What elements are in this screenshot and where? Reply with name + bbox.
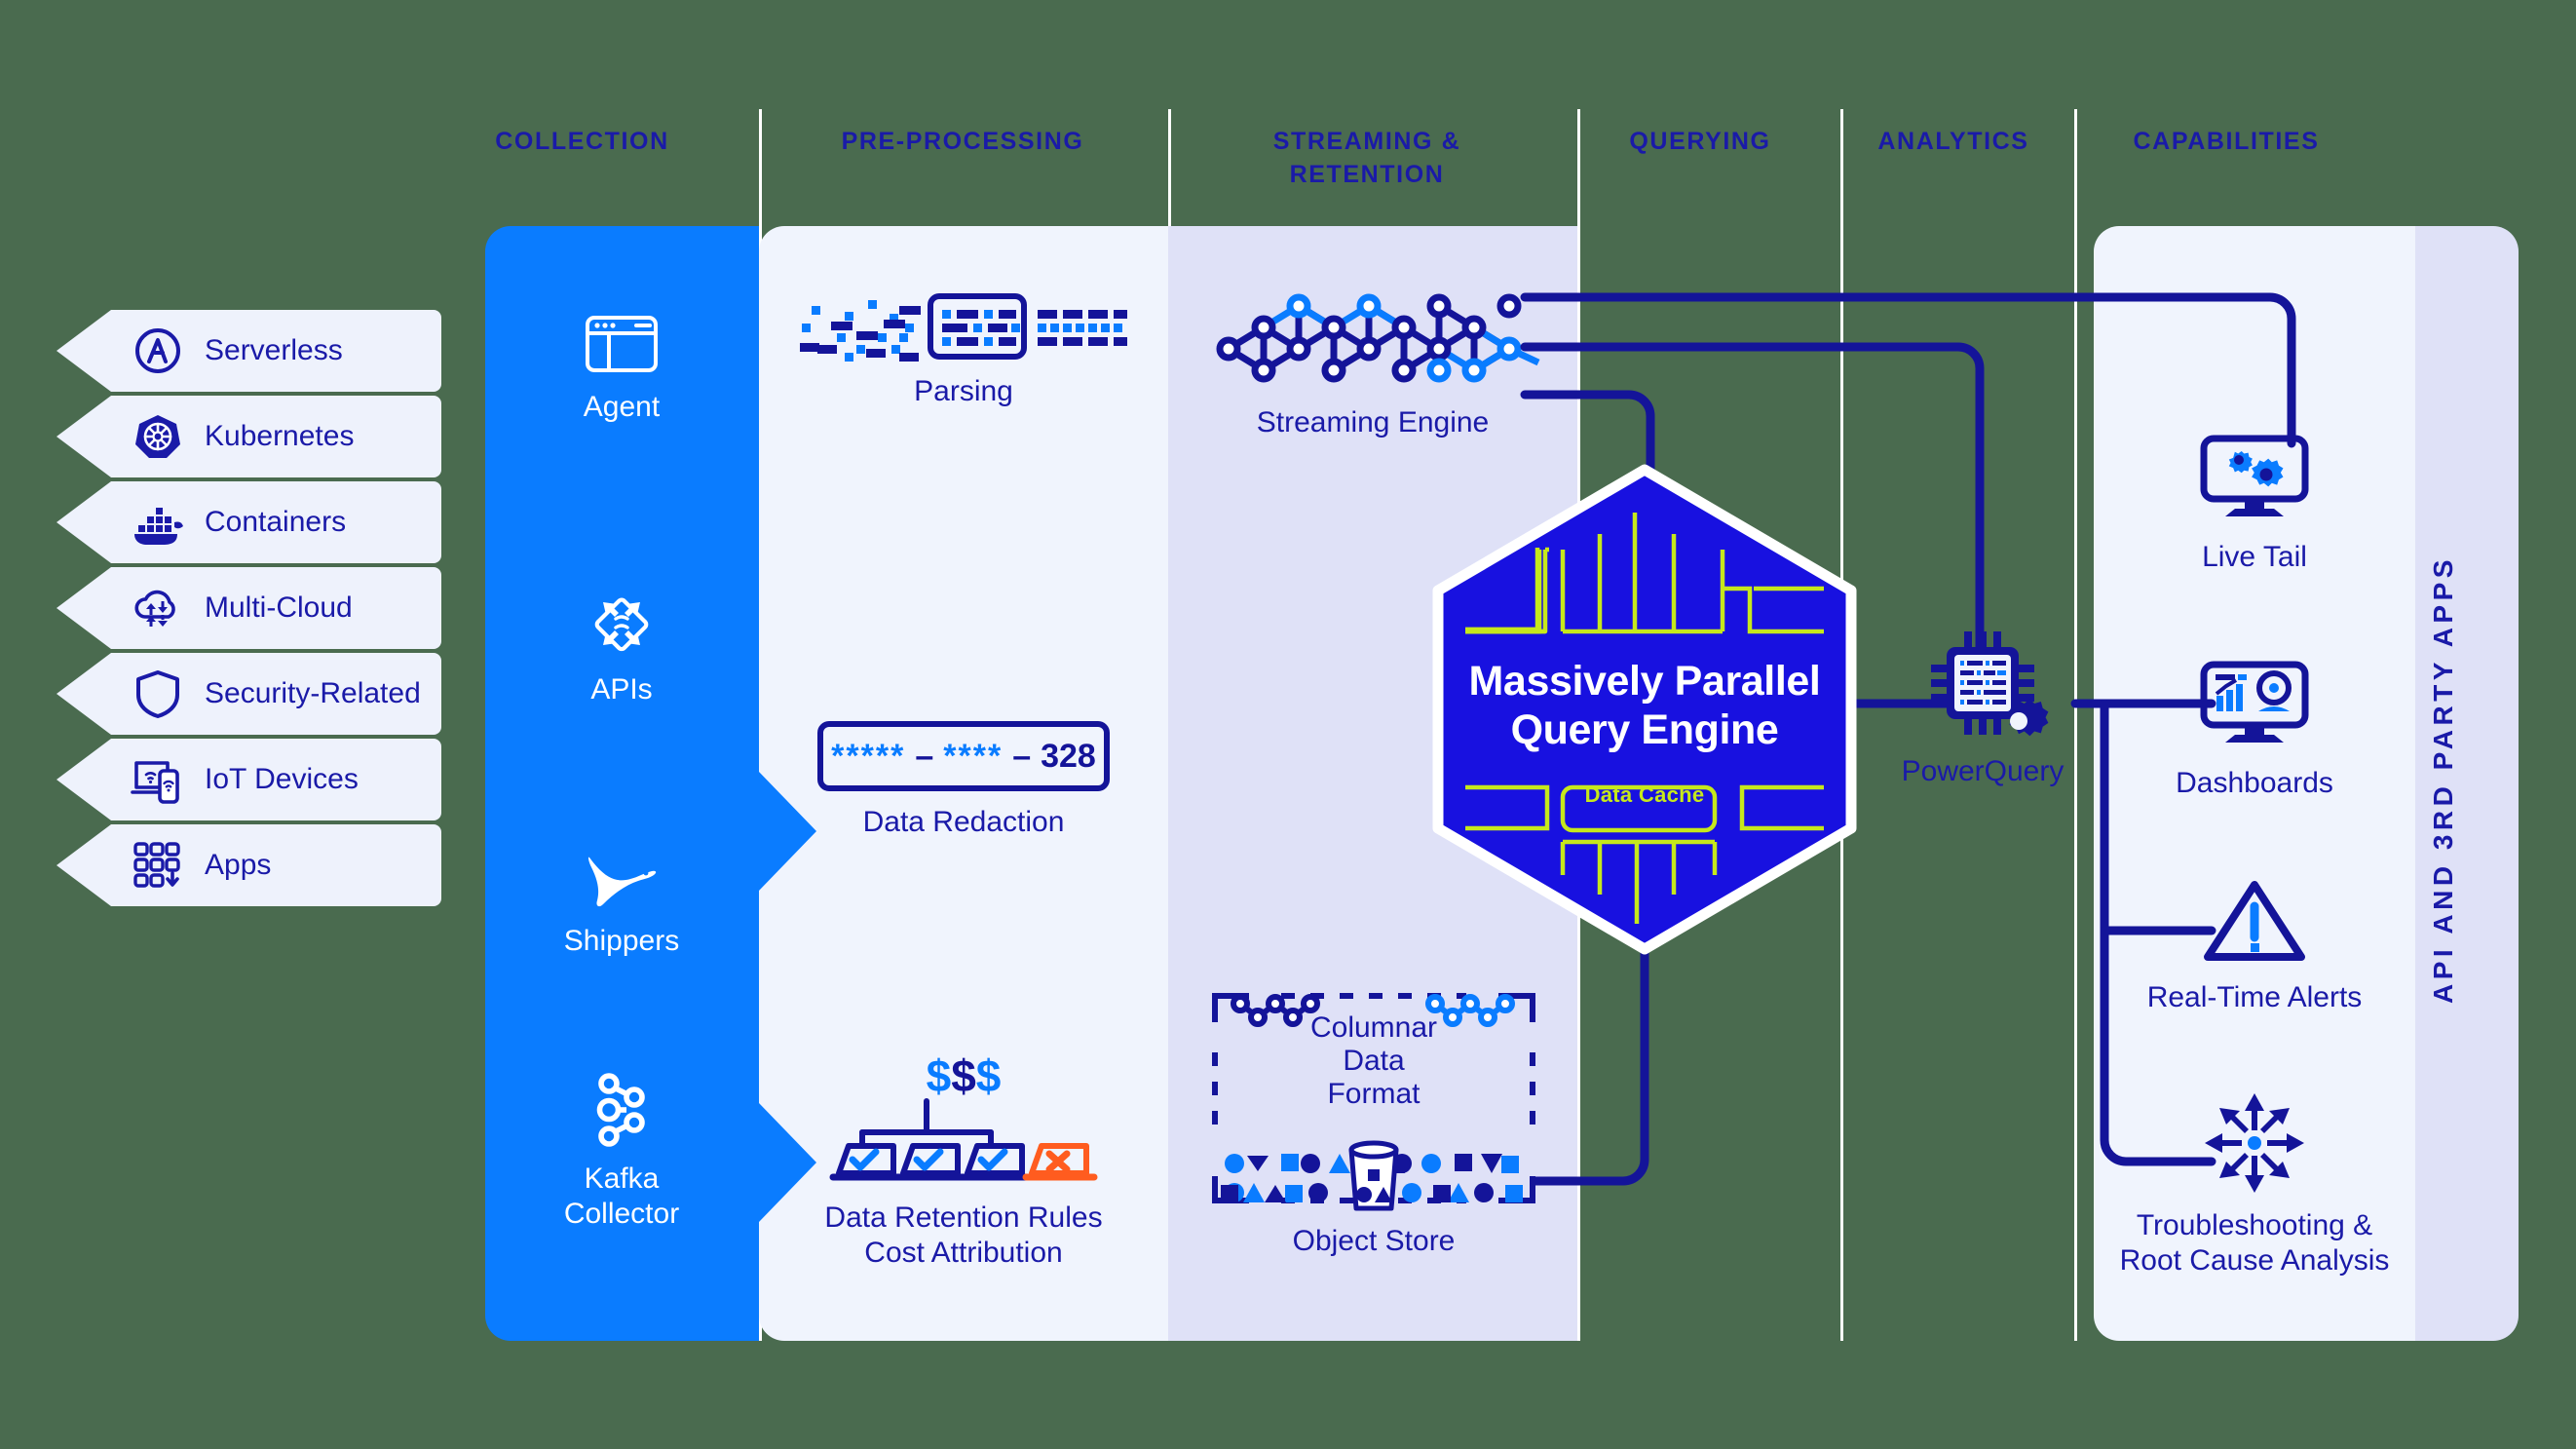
iot-devices-icon: [131, 754, 183, 805]
api-diamond-icon: [505, 589, 739, 659]
node-label: Live Tail: [2202, 541, 2307, 573]
root-cause-burst-icon: [2079, 1091, 2430, 1195]
api-3rd-party-label: API AND 3RD PARTY APPS: [2428, 555, 2458, 1004]
source-tag-label: Multi-Cloud: [205, 591, 353, 624]
data-cache-label: Data Cache: [1584, 782, 1705, 807]
node-label: Columnar Data Format: [1309, 1011, 1438, 1110]
source-tag-label: Apps: [205, 849, 272, 881]
node-parsing[interactable]: Parsing: [769, 292, 1158, 409]
docker-icon: [133, 497, 183, 548]
node-label: Troubleshooting & Root Cause Analysis: [2119, 1209, 2390, 1277]
kubernetes-icon: [133, 411, 183, 462]
source-tag-label: IoT Devices: [205, 763, 359, 795]
redaction-mask-1: *****: [831, 738, 906, 775]
hexagon-query-engine[interactable]: Massively Parallel Query Engine Data Cac…: [1430, 464, 1859, 955]
node-label: Object Store: [1292, 1225, 1456, 1257]
source-tag-iot-devices[interactable]: IoT Devices: [57, 739, 441, 820]
node-shippers[interactable]: Shippers: [505, 850, 739, 959]
redaction-dash-2: –: [1012, 737, 1032, 775]
column-header-collection: COLLECTION: [495, 128, 669, 155]
network-lattice-icon: [1178, 285, 1568, 392]
node-data-retention-cost[interactable]: $$$ Data Retention Rules Cost Attributio…: [769, 1052, 1158, 1271]
monitor-gears-icon: [2108, 429, 2401, 526]
node-powerquery[interactable]: PowerQuery: [1871, 624, 2095, 789]
node-label: APIs: [590, 673, 653, 705]
redaction-clear-digits: 328: [1041, 737, 1096, 775]
redaction-mask-2: ****: [943, 738, 1004, 775]
node-dashboards[interactable]: Dashboards: [2108, 655, 2401, 801]
node-live-tail[interactable]: Live Tail: [2108, 429, 2401, 575]
lambda-icon: [133, 325, 183, 376]
column-header-capabilities: CAPABILITIES: [2133, 128, 2320, 155]
source-tag-label: Containers: [205, 506, 347, 538]
node-label: Kafka Collector: [563, 1163, 680, 1230]
diagram-canvas: COLLECTION PRE-PROCESSING STREAMING & RE…: [0, 0, 2576, 1449]
node-agent[interactable]: Agent: [505, 312, 739, 425]
source-tag-containers[interactable]: Containers: [57, 481, 441, 563]
node-label: Real-Time Alerts: [2146, 981, 2363, 1013]
chip-gear-icon: [1871, 624, 2095, 741]
hexagon-title: Massively Parallel Query Engine: [1468, 658, 1821, 753]
node-object-store-label: Object Store: [1213, 1224, 1534, 1259]
browser-window-icon: [505, 312, 739, 376]
node-columnar-object-store[interactable]: Columnar Data Format: [1212, 993, 1535, 1211]
shield-icon: [133, 668, 183, 719]
retention-cost-icon: [769, 1098, 1158, 1187]
kafka-icon: [505, 1072, 739, 1148]
column-header-pre-processing: PRE-PROCESSING: [841, 128, 1084, 155]
column-header-streaming-retention: STREAMING & RETENTION: [1272, 128, 1461, 188]
node-label: Parsing: [914, 375, 1013, 407]
bird-icon: [505, 850, 739, 910]
node-label: Dashboards: [2176, 767, 2333, 799]
source-tag-kubernetes[interactable]: Kubernetes: [57, 396, 441, 477]
node-data-redaction[interactable]: ***** – **** – 328 Data Redaction: [769, 721, 1158, 840]
node-label: Shippers: [563, 925, 680, 957]
source-tag-label: Kubernetes: [205, 420, 355, 452]
node-troubleshooting-rca[interactable]: Troubleshooting & Root Cause Analysis: [2079, 1091, 2430, 1278]
object-store-icon: [1221, 1140, 1523, 1211]
column-header-analytics: ANALYTICS: [1877, 128, 2029, 155]
node-kafka-collector[interactable]: Kafka Collector: [505, 1072, 739, 1232]
node-apis[interactable]: APIs: [505, 589, 739, 707]
node-label: Data Retention Rules Cost Attribution: [824, 1201, 1103, 1269]
source-tag-label: Security-Related: [205, 677, 421, 709]
monitor-chart-icon: [2108, 655, 2401, 752]
node-label: Agent: [583, 391, 661, 423]
source-tag-apps[interactable]: Apps: [57, 824, 441, 906]
column-header-querying: QUERYING: [1629, 128, 1771, 155]
source-tag-label: Serverless: [205, 334, 343, 366]
node-label: Data Redaction: [862, 806, 1065, 838]
redaction-icon: ***** – **** – 328: [817, 721, 1110, 791]
source-tag-multi-cloud[interactable]: Multi-Cloud: [57, 567, 441, 649]
warning-triangle-icon: [2108, 877, 2401, 967]
money-label: $$$: [926, 1050, 1002, 1101]
node-label: Streaming Engine: [1256, 406, 1490, 439]
source-tag-serverless[interactable]: Serverless: [57, 310, 441, 392]
source-tag-security-related[interactable]: Security-Related: [57, 653, 441, 735]
redaction-dash-1: –: [915, 737, 934, 775]
parsing-icon: [769, 292, 1158, 362]
apps-grid-icon: [133, 840, 183, 891]
node-real-time-alerts[interactable]: Real-Time Alerts: [2108, 877, 2401, 1015]
node-streaming-engine[interactable]: Streaming Engine: [1178, 285, 1568, 440]
cloud-icon: [133, 583, 183, 633]
node-label: PowerQuery: [1901, 755, 2065, 787]
